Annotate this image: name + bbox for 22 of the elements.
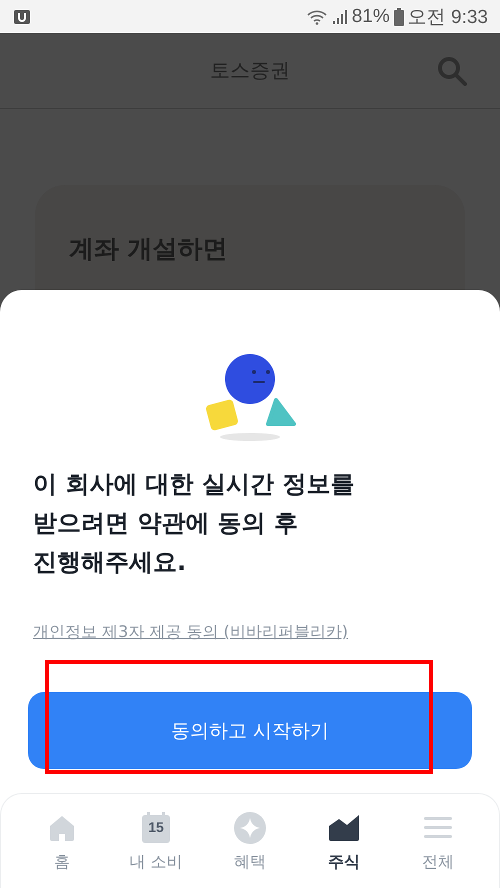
- search-icon[interactable]: [436, 55, 468, 87]
- agree-start-button[interactable]: 동의하고 시작하기: [28, 692, 472, 769]
- consent-link[interactable]: 개인정보 제3자 제공 동의 (비바리퍼블리카): [33, 622, 348, 643]
- battery-percent: 81%: [352, 6, 390, 28]
- clock: 오전 9:33: [408, 6, 488, 30]
- wifi-icon: [306, 8, 328, 24]
- nav-label: 혜택: [234, 852, 266, 873]
- nav-tab[interactable]: 전체: [391, 794, 485, 888]
- nav-tab[interactable]: 홈: [15, 794, 109, 888]
- nav-tab[interactable]: 15 내 소비: [109, 794, 203, 888]
- nav-label: 내 소비: [129, 852, 183, 873]
- consent-message: 이 회사에 대한 실시간 정보를 받으려면 약관에 동의 후 진행해주세요.: [33, 469, 356, 578]
- signal-icon: [332, 8, 348, 24]
- calendar-date: 15: [147, 819, 165, 835]
- sparkle-icon: [234, 812, 266, 844]
- nav-tab[interactable]: 주식: [297, 794, 391, 888]
- nav-label: 홈: [54, 852, 70, 873]
- nav-tab[interactable]: 혜택: [203, 794, 297, 888]
- nav-label: 주식: [328, 852, 360, 873]
- chart-icon: [329, 812, 359, 844]
- battery-icon: [394, 8, 404, 26]
- nav-label: 전체: [422, 852, 454, 873]
